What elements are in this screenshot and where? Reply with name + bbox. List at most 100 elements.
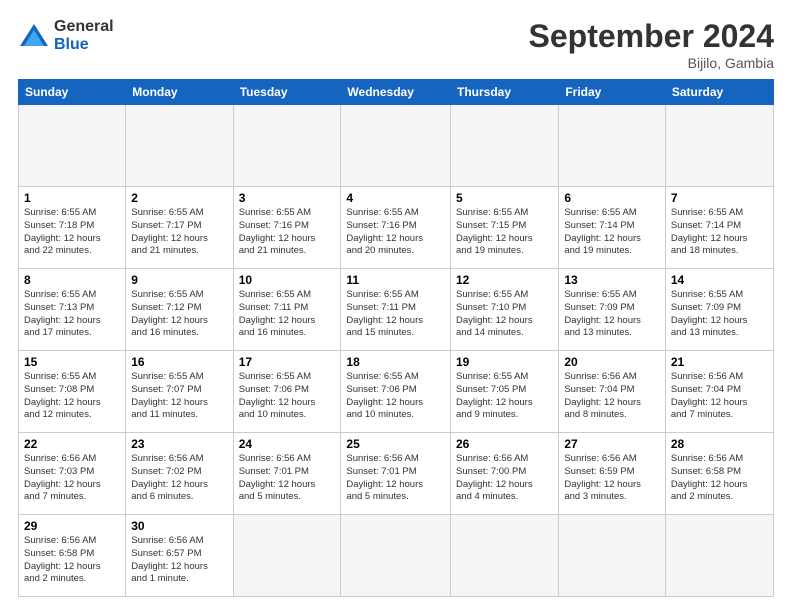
day-info: Sunrise: 6:55 AM Sunset: 7:09 PM Dayligh… [564, 289, 660, 340]
day-number: 28 [671, 437, 768, 451]
day-info: Sunrise: 6:55 AM Sunset: 7:12 PM Dayligh… [131, 289, 227, 340]
day-info: Sunrise: 6:56 AM Sunset: 7:04 PM Dayligh… [671, 371, 768, 422]
day-info: Sunrise: 6:55 AM Sunset: 7:14 PM Dayligh… [564, 207, 660, 258]
calendar-header-row: SundayMondayTuesdayWednesdayThursdayFrid… [19, 80, 774, 105]
logo-text: General Blue [54, 18, 114, 53]
day-number: 19 [456, 355, 553, 369]
calendar-day-23: 23 Sunrise: 6:56 AM Sunset: 7:02 PM Dayli… [126, 433, 233, 515]
day-number: 10 [239, 273, 336, 287]
day-number: 23 [131, 437, 227, 451]
day-info: Sunrise: 6:55 AM Sunset: 7:08 PM Dayligh… [24, 371, 120, 422]
calendar-day-5: 5Sunrise: 6:55 AM Sunset: 7:15 PM Daylig… [451, 187, 559, 269]
logo: General Blue [18, 18, 114, 53]
calendar-header-friday: Friday [559, 80, 666, 105]
calendar-table: SundayMondayTuesdayWednesdayThursdayFrid… [18, 79, 774, 597]
logo-general: General [54, 18, 114, 36]
day-number: 29 [24, 519, 120, 533]
calendar-day-20: 20 Sunrise: 6:56 AM Sunset: 7:04 PM Dayli… [559, 351, 666, 433]
day-number: 12 [456, 273, 553, 287]
calendar-header-thursday: Thursday [451, 80, 559, 105]
day-info: Sunrise: 6:55 AM Sunset: 7:13 PM Dayligh… [24, 289, 120, 340]
day-info: Sunrise: 6:55 AM Sunset: 7:09 PM Dayligh… [671, 289, 768, 340]
calendar-day-13: 13Sunrise: 6:55 AM Sunset: 7:09 PM Dayli… [559, 269, 666, 351]
day-info: Sunrise: 6:56 AM Sunset: 6:57 PM Dayligh… [131, 535, 227, 586]
calendar-week-5: 29 Sunrise: 6:56 AM Sunset: 6:58 PM Dayli… [19, 515, 774, 597]
calendar-week-2: 8 Sunrise: 6:55 AM Sunset: 7:13 PM Daylig… [19, 269, 774, 351]
calendar-day-18: 18Sunrise: 6:55 AM Sunset: 7:06 PM Dayli… [341, 351, 451, 433]
calendar-day-14: 14Sunrise: 6:55 AM Sunset: 7:09 PM Dayli… [665, 269, 773, 351]
calendar-day-8: 8 Sunrise: 6:55 AM Sunset: 7:13 PM Daylig… [19, 269, 126, 351]
calendar-day-empty [233, 515, 341, 597]
day-number: 2 [131, 191, 227, 205]
logo-icon [18, 22, 50, 50]
day-info: Sunrise: 6:55 AM Sunset: 7:14 PM Dayligh… [671, 207, 768, 258]
day-info: Sunrise: 6:55 AM Sunset: 7:11 PM Dayligh… [239, 289, 336, 340]
day-number: 30 [131, 519, 227, 533]
calendar-day-empty [126, 105, 233, 187]
day-info: Sunrise: 6:56 AM Sunset: 7:02 PM Dayligh… [131, 453, 227, 504]
calendar-day-empty [451, 515, 559, 597]
header: General Blue September 2024 Bijilo, Gamb… [18, 18, 774, 71]
day-number: 26 [456, 437, 553, 451]
day-info: Sunrise: 6:56 AM Sunset: 7:01 PM Dayligh… [239, 453, 336, 504]
calendar-day-28: 28Sunrise: 6:56 AM Sunset: 6:58 PM Dayli… [665, 433, 773, 515]
page: General Blue September 2024 Bijilo, Gamb… [0, 0, 792, 612]
calendar-day-6: 6 Sunrise: 6:55 AM Sunset: 7:14 PM Daylig… [559, 187, 666, 269]
day-info: Sunrise: 6:55 AM Sunset: 7:06 PM Dayligh… [239, 371, 336, 422]
calendar-day-9: 9 Sunrise: 6:55 AM Sunset: 7:12 PM Daylig… [126, 269, 233, 351]
day-info: Sunrise: 6:55 AM Sunset: 7:16 PM Dayligh… [239, 207, 336, 258]
logo-blue: Blue [54, 36, 114, 54]
calendar-day-2: 2Sunrise: 6:55 AM Sunset: 7:17 PM Daylig… [126, 187, 233, 269]
day-info: Sunrise: 6:56 AM Sunset: 7:00 PM Dayligh… [456, 453, 553, 504]
day-info: Sunrise: 6:55 AM Sunset: 7:05 PM Dayligh… [456, 371, 553, 422]
calendar-day-26: 26 Sunrise: 6:56 AM Sunset: 7:00 PM Dayli… [451, 433, 559, 515]
day-info: Sunrise: 6:56 AM Sunset: 7:01 PM Dayligh… [346, 453, 445, 504]
calendar-week-0 [19, 105, 774, 187]
calendar-day-empty [665, 105, 773, 187]
calendar-day-15: 15Sunrise: 6:55 AM Sunset: 7:08 PM Dayli… [19, 351, 126, 433]
day-number: 1 [24, 191, 120, 205]
calendar-day-10: 10 Sunrise: 6:55 AM Sunset: 7:11 PM Dayli… [233, 269, 341, 351]
day-info: Sunrise: 6:56 AM Sunset: 7:04 PM Dayligh… [564, 371, 660, 422]
calendar-day-empty [665, 515, 773, 597]
day-info: Sunrise: 6:55 AM Sunset: 7:07 PM Dayligh… [131, 371, 227, 422]
calendar-day-1: 1Sunrise: 6:55 AM Sunset: 7:18 PM Daylig… [19, 187, 126, 269]
day-number: 11 [346, 273, 445, 287]
day-number: 22 [24, 437, 120, 451]
day-number: 4 [346, 191, 445, 205]
calendar-day-27: 27Sunrise: 6:56 AM Sunset: 6:59 PM Dayli… [559, 433, 666, 515]
calendar-day-empty [559, 515, 666, 597]
calendar-day-empty [19, 105, 126, 187]
calendar-header-monday: Monday [126, 80, 233, 105]
calendar-day-24: 24Sunrise: 6:56 AM Sunset: 7:01 PM Dayli… [233, 433, 341, 515]
calendar-day-empty [451, 105, 559, 187]
calendar-day-22: 22Sunrise: 6:56 AM Sunset: 7:03 PM Dayli… [19, 433, 126, 515]
day-number: 27 [564, 437, 660, 451]
calendar-week-1: 1Sunrise: 6:55 AM Sunset: 7:18 PM Daylig… [19, 187, 774, 269]
calendar-day-3: 3Sunrise: 6:55 AM Sunset: 7:16 PM Daylig… [233, 187, 341, 269]
day-number: 6 [564, 191, 660, 205]
calendar-day-7: 7 Sunrise: 6:55 AM Sunset: 7:14 PM Daylig… [665, 187, 773, 269]
day-number: 25 [346, 437, 445, 451]
calendar-week-4: 22Sunrise: 6:56 AM Sunset: 7:03 PM Dayli… [19, 433, 774, 515]
calendar-day-29: 29 Sunrise: 6:56 AM Sunset: 6:58 PM Dayli… [19, 515, 126, 597]
calendar-day-4: 4Sunrise: 6:55 AM Sunset: 7:16 PM Daylig… [341, 187, 451, 269]
day-number: 7 [671, 191, 768, 205]
day-info: Sunrise: 6:55 AM Sunset: 7:06 PM Dayligh… [346, 371, 445, 422]
day-number: 17 [239, 355, 336, 369]
calendar-day-11: 11 Sunrise: 6:55 AM Sunset: 7:11 PM Dayli… [341, 269, 451, 351]
day-number: 8 [24, 273, 120, 287]
calendar-day-17: 17 Sunrise: 6:55 AM Sunset: 7:06 PM Dayli… [233, 351, 341, 433]
calendar-day-empty [233, 105, 341, 187]
day-info: Sunrise: 6:55 AM Sunset: 7:10 PM Dayligh… [456, 289, 553, 340]
day-info: Sunrise: 6:56 AM Sunset: 6:58 PM Dayligh… [24, 535, 120, 586]
day-number: 9 [131, 273, 227, 287]
day-number: 16 [131, 355, 227, 369]
calendar-header-wednesday: Wednesday [341, 80, 451, 105]
day-number: 20 [564, 355, 660, 369]
day-info: Sunrise: 6:55 AM Sunset: 7:11 PM Dayligh… [346, 289, 445, 340]
calendar-day-empty [559, 105, 666, 187]
day-number: 21 [671, 355, 768, 369]
month-title: September 2024 [529, 18, 774, 55]
calendar-day-21: 21 Sunrise: 6:56 AM Sunset: 7:04 PM Dayli… [665, 351, 773, 433]
